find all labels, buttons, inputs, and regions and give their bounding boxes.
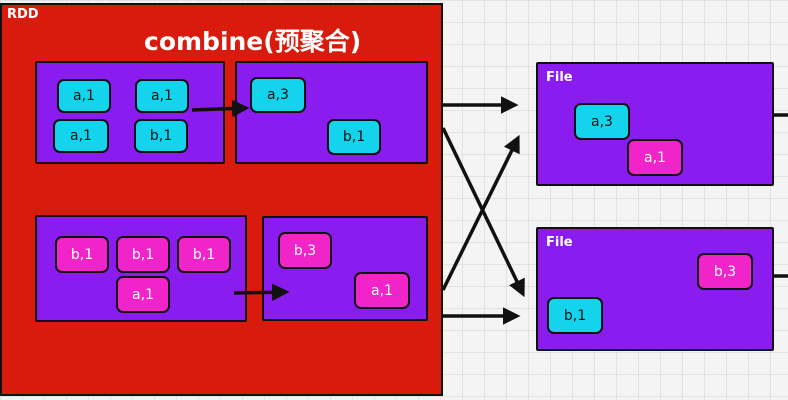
- shuffle-arrow-3: [441, 134, 520, 291]
- combine-arrow-2: [233, 283, 290, 302]
- combine-arrow-1: [191, 99, 250, 118]
- arrows-layer: [191, 96, 788, 325]
